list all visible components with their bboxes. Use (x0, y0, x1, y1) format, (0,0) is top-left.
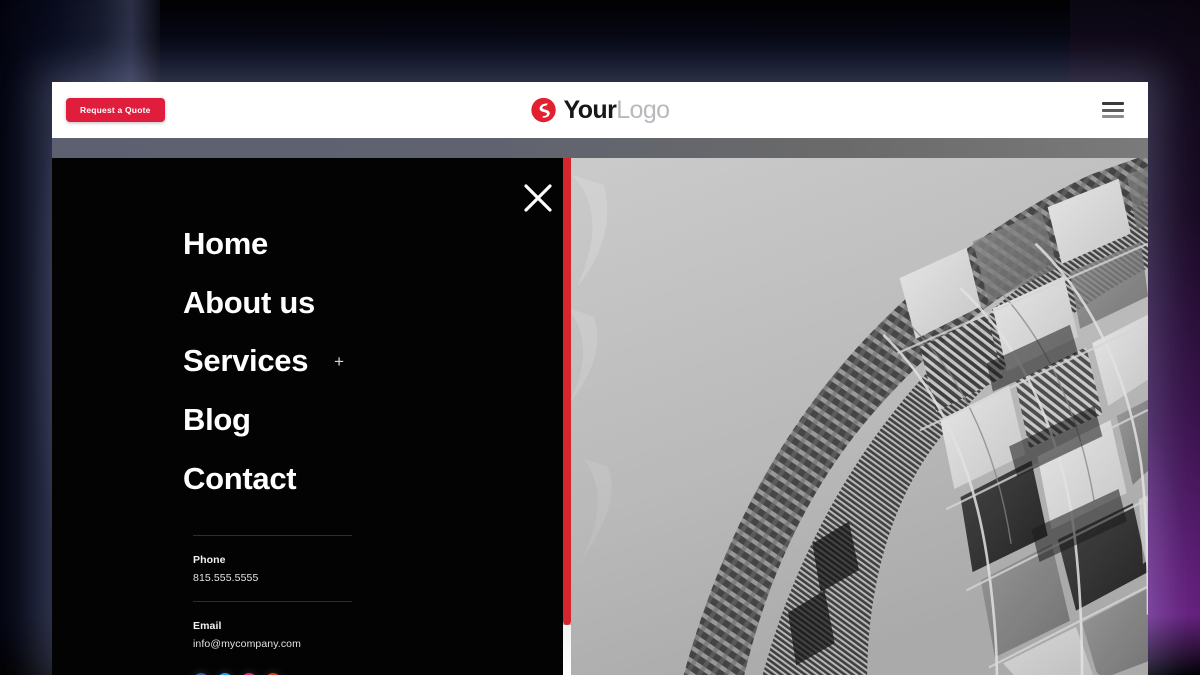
overlay-nav-list: Home About us Services + Blog Contact (52, 158, 563, 505)
red-accent-strip (563, 158, 571, 625)
hamburger-line-3 (1102, 115, 1124, 118)
brand-logo[interactable]: YourLogo (531, 97, 670, 123)
brand-text: YourLogo (563, 95, 671, 124)
overlay-contact-block: Phone 815.555.5555 Email info@mycompany.… (52, 511, 352, 675)
nav-item-expand-services[interactable]: + (334, 352, 344, 372)
header-divider-band (52, 138, 1148, 158)
hamburger-line-2 (1102, 108, 1124, 112)
request-quote-button[interactable]: Request a Quote (66, 98, 165, 122)
contact-email-group: Email info@mycompany.com (193, 620, 352, 650)
swirl-circle-icon (531, 97, 557, 123)
nav-item-blog[interactable]: Blog (183, 394, 563, 447)
nav-item-label: Contact (183, 460, 297, 496)
social-links-row (193, 667, 352, 675)
contact-divider-top (193, 535, 352, 537)
overlay-menu-panel: Home About us Services + Blog Contact Ph… (52, 158, 563, 675)
nav-item-services[interactable]: Services + (183, 335, 563, 388)
phone-value[interactable]: 815.555.5555 (193, 572, 352, 584)
page-content: Home About us Services + Blog Contact Ph… (52, 158, 1148, 675)
nav-item-label: Blog (183, 402, 251, 438)
accent-strip-tail (563, 625, 571, 675)
close-x-icon[interactable] (510, 170, 566, 226)
contact-divider-bottom (193, 601, 352, 603)
nav-item-label: About us (183, 284, 315, 320)
hamburger-icon[interactable] (1102, 102, 1124, 118)
nav-item-home[interactable]: Home (183, 218, 563, 271)
nav-item-label: Services (183, 343, 309, 379)
website-frame: Request a Quote YourLogo Home About us S… (52, 82, 1148, 675)
email-label: Email (193, 620, 222, 633)
hero-building-photo (563, 158, 1148, 675)
nav-item-contact[interactable]: Contact (183, 453, 563, 506)
nav-item-label: Home (183, 226, 268, 261)
site-header: Request a Quote YourLogo (52, 82, 1148, 138)
contact-phone-group: Phone 815.555.5555 (193, 554, 352, 584)
hamburger-line-1 (1102, 102, 1124, 105)
phone-label: Phone (193, 554, 226, 567)
brand-primary-text: Your (563, 95, 617, 124)
email-value[interactable]: info@mycompany.com (193, 638, 352, 650)
nav-item-about-us[interactable]: About us (183, 277, 563, 330)
brand-secondary-text: Logo (616, 95, 670, 124)
